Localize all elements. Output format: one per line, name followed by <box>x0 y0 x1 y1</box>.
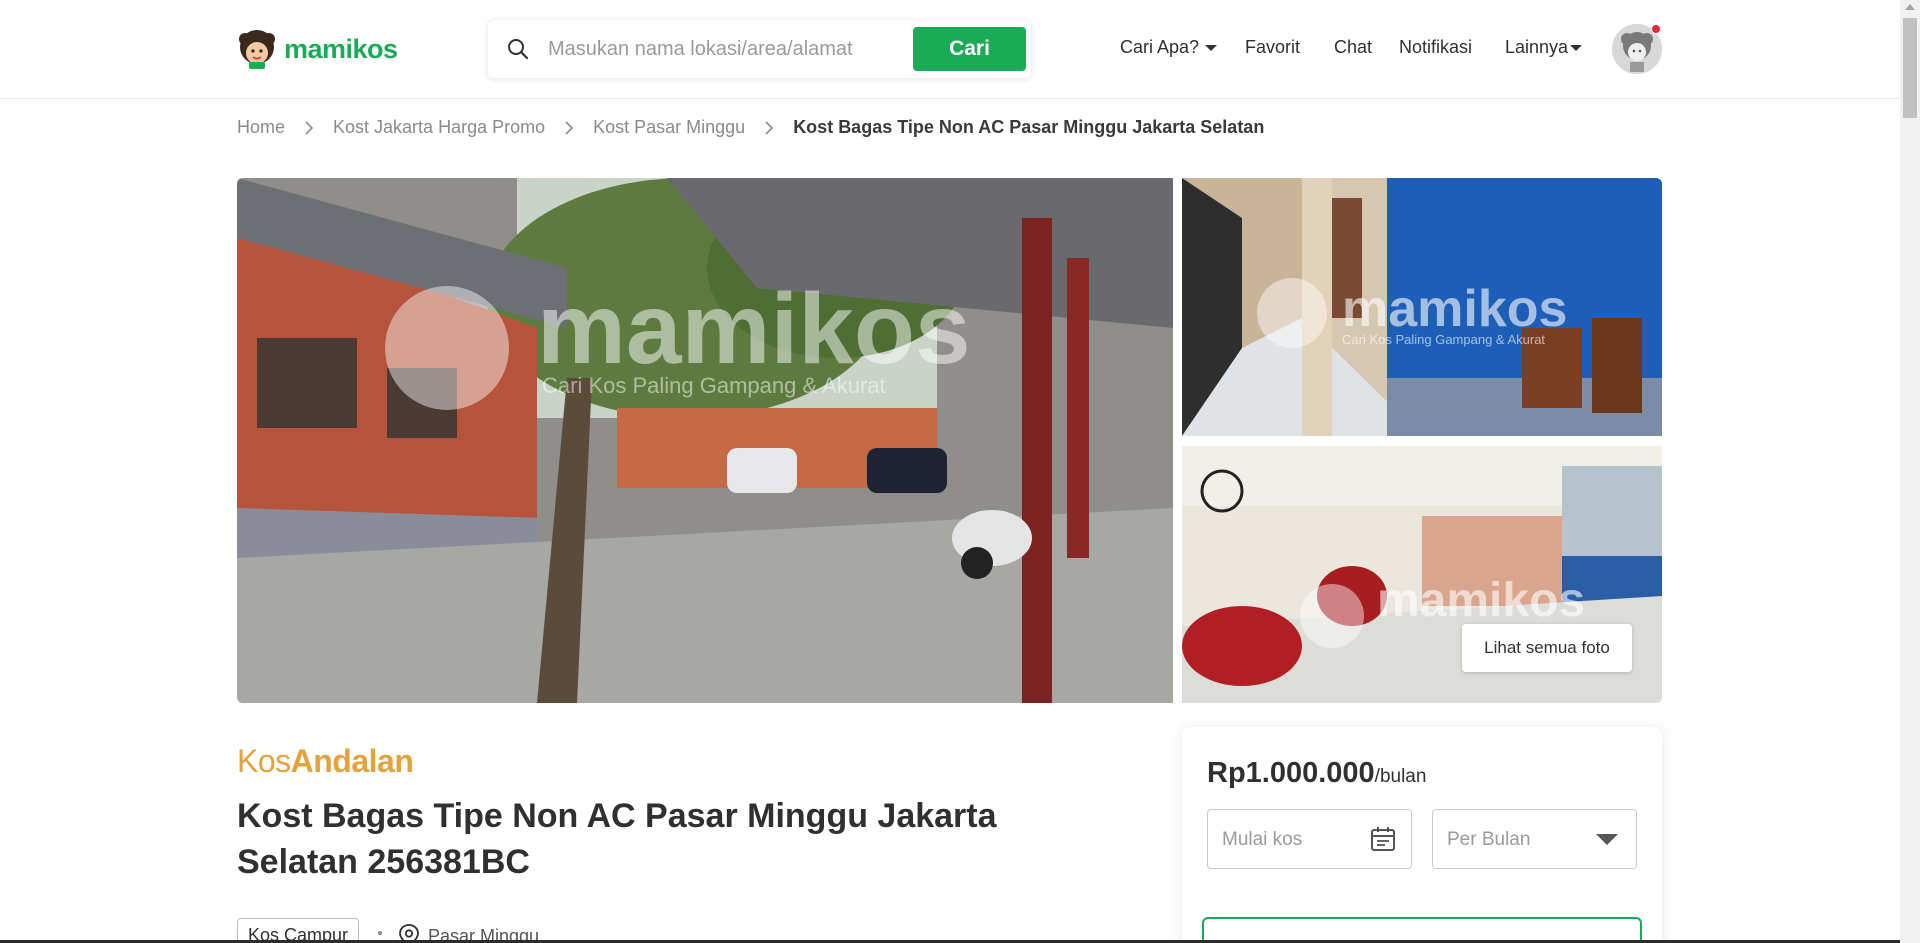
caret-down-icon <box>1205 44 1218 51</box>
kos-andalan-badge: KosAndalan <box>237 743 414 780</box>
caret-down-icon <box>1570 44 1583 51</box>
nav-notifikasi-label: Notifikasi <box>1399 37 1473 57</box>
page-scrollbar[interactable] <box>1900 0 1920 943</box>
breadcrumb: Home Kost Jakarta Harga Promo Kost Pasar… <box>237 117 1264 138</box>
search-bar: Cari <box>488 20 1031 78</box>
mamikos-logo[interactable]: mamikos <box>237 29 398 69</box>
watermark-text: mamikos <box>1342 280 1567 338</box>
brand-light-text: Kos <box>237 743 291 779</box>
brand-bold-text: Andalan <box>290 743 414 779</box>
start-date-field[interactable]: Mulai kos <box>1207 809 1412 869</box>
nav-notifikasi[interactable]: Notifikasi <box>1399 37 1472 58</box>
separator-dot <box>378 931 382 935</box>
nav-lainnya-label: Lainnya <box>1505 37 1569 57</box>
booking-card: Rp1.000.000/bulan Mulai kos Per Bulan <box>1182 727 1662 943</box>
corridor-room-image: mamikos Cari Kos Paling Gampang & Akurat <box>1182 178 1662 436</box>
search-icon <box>508 39 529 60</box>
start-date-placeholder: Mulai kos <box>1222 829 1303 850</box>
logo-text: mamikos <box>284 33 398 64</box>
rent-period-select[interactable]: Per Bulan <box>1432 809 1637 869</box>
price: Rp1.000.000/bulan <box>1207 757 1426 790</box>
chevron-right-icon <box>765 120 774 135</box>
breadcrumb-home[interactable]: Home <box>237 117 285 138</box>
watermark-tagline: Cari Kos Paling Gampang & Akurat <box>1342 332 1545 347</box>
see-all-photos-button[interactable]: Lihat semua foto <box>1462 624 1632 672</box>
breadcrumb-kost-pasar-minggu[interactable]: Kost Pasar Minggu <box>593 117 745 138</box>
mamikos-mascot-icon <box>239 30 275 69</box>
rent-period-value: Per Bulan <box>1447 829 1531 850</box>
main-photo[interactable]: mamikos Cari Kos Paling Gampang & Akurat <box>237 178 1173 703</box>
nav-cari-apa-label: Cari Apa? <box>1120 37 1200 57</box>
nav-favorit-label: Favorit <box>1245 37 1301 57</box>
nav-lainnya[interactable]: Lainnya <box>1505 37 1583 58</box>
corridor-room-photo[interactable]: mamikos Cari Kos Paling Gampang & Akurat <box>1182 178 1662 436</box>
scrollbar-thumb[interactable] <box>1903 18 1917 118</box>
nav-chat[interactable]: Chat <box>1334 37 1372 58</box>
notification-dot <box>1651 24 1661 34</box>
chevron-down-icon <box>1596 834 1618 845</box>
chevron-right-icon <box>305 120 314 135</box>
scroll-up-arrow-icon[interactable] <box>1905 4 1915 10</box>
price-unit: /bulan <box>1374 766 1427 787</box>
watermark-tagline: Cari Kos Paling Gampang & Akurat <box>542 373 886 398</box>
calendar-icon <box>1371 827 1395 851</box>
search-input[interactable] <box>548 32 888 66</box>
top-header: mamikos Cari Cari Apa? Favorit Chat Noti… <box>0 0 1900 99</box>
courtyard-photo: mamikos Cari Kos Paling Gampang & Akurat <box>237 178 1173 703</box>
watermark-text: mamikos <box>537 273 971 385</box>
nav-cari-apa[interactable]: Cari Apa? <box>1120 37 1218 58</box>
price-value: Rp1.000.000 <box>1207 757 1375 789</box>
listing-title: Kost Bagas Tipe Non AC Pasar Minggu Jaka… <box>237 797 997 881</box>
breadcrumb-current: Kost Bagas Tipe Non AC Pasar Minggu Jaka… <box>793 117 1265 137</box>
search-button[interactable]: Cari <box>913 27 1026 71</box>
nav-chat-label: Chat <box>1334 37 1373 57</box>
chevron-right-icon <box>565 120 574 135</box>
breadcrumb-kost-jakarta-promo[interactable]: Kost Jakarta Harga Promo <box>333 117 545 138</box>
nav-favorit[interactable]: Favorit <box>1245 37 1300 58</box>
watermark-text: mamikos <box>1377 574 1585 627</box>
